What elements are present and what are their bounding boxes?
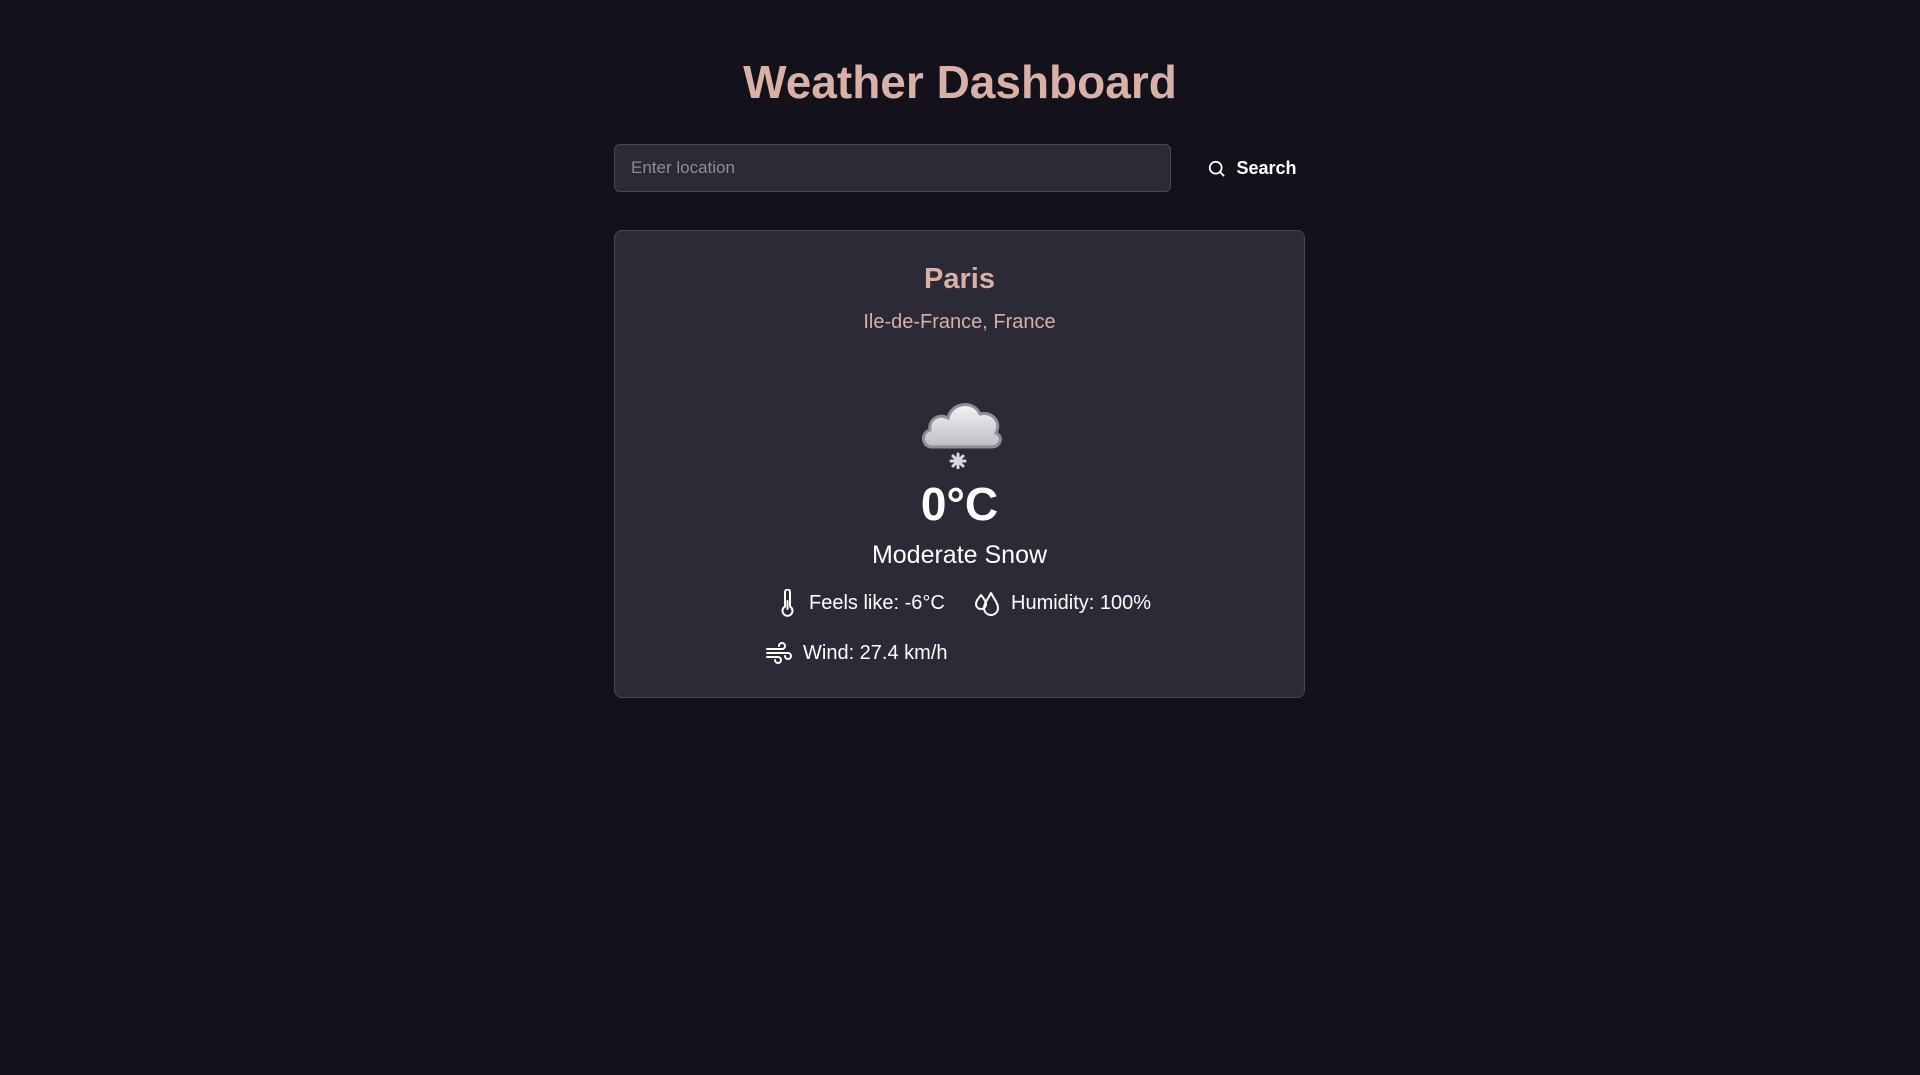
cloud-snow-icon [918,389,1004,470]
search-icon [1207,159,1226,178]
weather-condition: Moderate Snow [871,541,1048,569]
weather-dashboard-page: Weather Dashboard Search Paris Ile-de-Fr… [0,0,1920,1075]
feels-like-stat: Feels like: -6°C [775,589,945,617]
humidity-stat: Humidity: 100% [973,589,1151,617]
weather-card: Paris Ile-de-France, France 0°C Moderate… [614,230,1305,698]
location-search-input[interactable] [614,144,1171,192]
humidity-text: Humidity: 100% [1011,592,1152,614]
wind-stat: Wind: 27.4 km/h [765,639,948,667]
thermometer-icon [775,589,799,617]
page-title: Weather Dashboard [743,56,1177,108]
temperature: 0°C [920,478,999,530]
feels-like-text: Feels like: -6°C [809,592,945,614]
droplets-icon [973,589,1001,617]
wind-text: Wind: 27.4 km/h [803,642,948,664]
region-name: Ile-de-France, France [863,311,1056,333]
search-button-label: Search [1236,157,1297,178]
city-name: Paris [924,263,995,295]
search-bar: Search [614,144,1306,192]
search-button[interactable]: Search [1198,144,1306,192]
wind-icon [765,639,793,667]
